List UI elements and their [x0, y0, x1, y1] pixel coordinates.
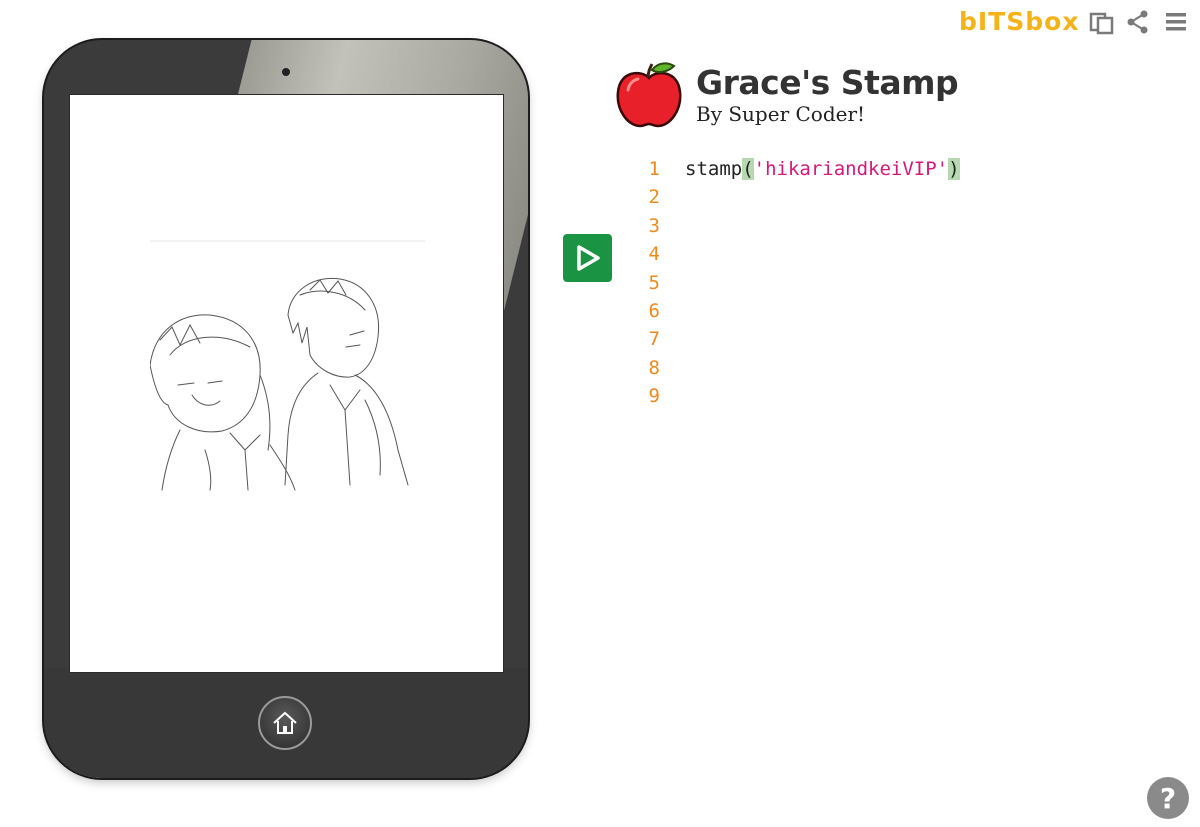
- line-number: 3: [648, 214, 660, 237]
- code-string: 'hikariandkeiVIP': [753, 158, 949, 180]
- page-title: Grace's Stamp: [696, 63, 959, 102]
- line-number-gutter: 1 2 3 4 5 6 7 8 9: [630, 155, 660, 411]
- author-byline: By Super Coder!: [696, 102, 866, 126]
- stamp-sketch-image: [150, 240, 426, 491]
- code-open-paren: (: [742, 158, 754, 180]
- code-line[interactable]: stamp('hikariandkeiVIP'): [685, 155, 960, 183]
- apple-icon: [616, 62, 682, 128]
- line-number: 5: [648, 271, 660, 294]
- code-area[interactable]: stamp('hikariandkeiVIP'): [685, 155, 960, 183]
- home-icon: [273, 711, 297, 734]
- help-button[interactable]: ?: [1147, 777, 1189, 819]
- tablet-device: [44, 40, 528, 778]
- play-icon: [576, 245, 600, 271]
- line-number: 7: [648, 328, 660, 351]
- line-number: 2: [648, 186, 660, 209]
- line-number: 1: [648, 158, 660, 180]
- code-editor[interactable]: 1 2 3 4 5 6 7 8 9 stamp('hikariandkeiVIP…: [630, 155, 1170, 415]
- camera-icon: [282, 68, 290, 76]
- app-screen[interactable]: [69, 94, 504, 673]
- bitsbox-logo[interactable]: bITSbox: [959, 7, 1079, 36]
- share-icon[interactable]: [1126, 9, 1150, 39]
- code-function: stamp: [685, 158, 743, 180]
- line-number: 8: [648, 356, 660, 379]
- menu-icon[interactable]: [1165, 9, 1187, 37]
- home-button[interactable]: [258, 696, 312, 750]
- line-number: 9: [648, 385, 660, 408]
- line-number: 4: [648, 243, 660, 266]
- help-label: ?: [1159, 781, 1177, 815]
- code-close-paren: ): [948, 158, 960, 180]
- run-button[interactable]: [563, 234, 612, 282]
- line-number: 6: [648, 299, 660, 322]
- copy-icon[interactable]: [1089, 9, 1115, 39]
